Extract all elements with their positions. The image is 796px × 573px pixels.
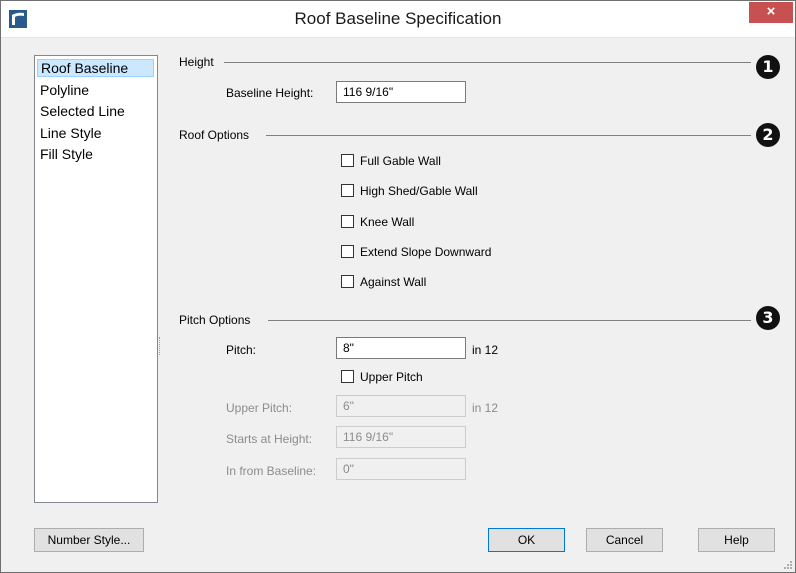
number-style-button[interactable]: Number Style... (34, 528, 144, 552)
baseline-height-field[interactable]: 116 9/16" (336, 81, 466, 103)
starts-at-height-field: 116 9/16" (336, 426, 466, 448)
checkbox-box[interactable] (341, 275, 354, 288)
checkbox-label: Against Wall (360, 275, 427, 289)
upper-pitch-unit: in 12 (472, 401, 499, 415)
checkbox-label: Full Gable Wall (360, 154, 441, 168)
height-section-title: Height (179, 55, 214, 69)
pitch-label: Pitch: (226, 343, 257, 357)
callout-badge-1: 1 (756, 55, 780, 79)
starts-at-height-label: Starts at Height: (226, 432, 313, 446)
sidebar-item-selected-line[interactable]: Selected Line (37, 102, 154, 120)
dialog-window: Roof Baseline Specification × Roof Basel… (0, 0, 796, 573)
resize-grip-icon[interactable] (783, 560, 793, 570)
checkbox-label: High Shed/Gable Wall (360, 184, 478, 198)
window-title: Roof Baseline Specification (294, 9, 502, 28)
close-icon: × (766, 3, 776, 20)
checkbox-box[interactable] (341, 154, 354, 167)
checkbox-label: Upper Pitch (360, 370, 423, 384)
checkbox-box[interactable] (341, 215, 354, 228)
close-button[interactable]: × (749, 2, 793, 23)
sidebar-item-roof-baseline[interactable]: Roof Baseline (37, 59, 154, 77)
checkbox-box[interactable] (341, 184, 354, 197)
upper-pitch-label: Upper Pitch: (226, 401, 293, 415)
dialog-body: Roof Baseline Polyline Selected Line Lin… (1, 38, 795, 572)
baseline-height-label: Baseline Height: (226, 86, 314, 100)
splitter-grip[interactable] (159, 337, 162, 355)
callout-badge-2: 2 (756, 123, 780, 147)
ok-button[interactable]: OK (488, 528, 565, 552)
pitch-options-title: Pitch Options (179, 313, 251, 327)
roof-options-divider (266, 135, 751, 136)
checkbox-label: Knee Wall (360, 215, 415, 229)
help-button[interactable]: Help (698, 528, 775, 552)
callout-badge-3: 3 (756, 306, 780, 330)
pitch-options-divider (268, 320, 751, 321)
roof-options-title: Roof Options (179, 128, 250, 142)
checkbox-box[interactable] (341, 245, 354, 258)
upper-pitch-field: 6" (336, 395, 466, 417)
sidebar-item-line-style[interactable]: Line Style (37, 124, 154, 142)
panel-list[interactable]: Roof Baseline Polyline Selected Line Lin… (34, 55, 158, 503)
checkbox-box[interactable] (341, 370, 354, 383)
pitch-unit: in 12 (472, 343, 499, 357)
sidebar-item-fill-style[interactable]: Fill Style (37, 145, 154, 163)
height-section-divider (224, 62, 751, 63)
cancel-button[interactable]: Cancel (586, 528, 663, 552)
title-bar[interactable]: Roof Baseline Specification × (1, 1, 795, 38)
sidebar-item-polyline[interactable]: Polyline (37, 81, 154, 99)
in-from-baseline-field: 0" (336, 458, 466, 480)
in-from-baseline-label: In from Baseline: (226, 464, 317, 478)
pitch-field[interactable]: 8" (336, 337, 466, 359)
checkbox-label: Extend Slope Downward (360, 245, 492, 259)
